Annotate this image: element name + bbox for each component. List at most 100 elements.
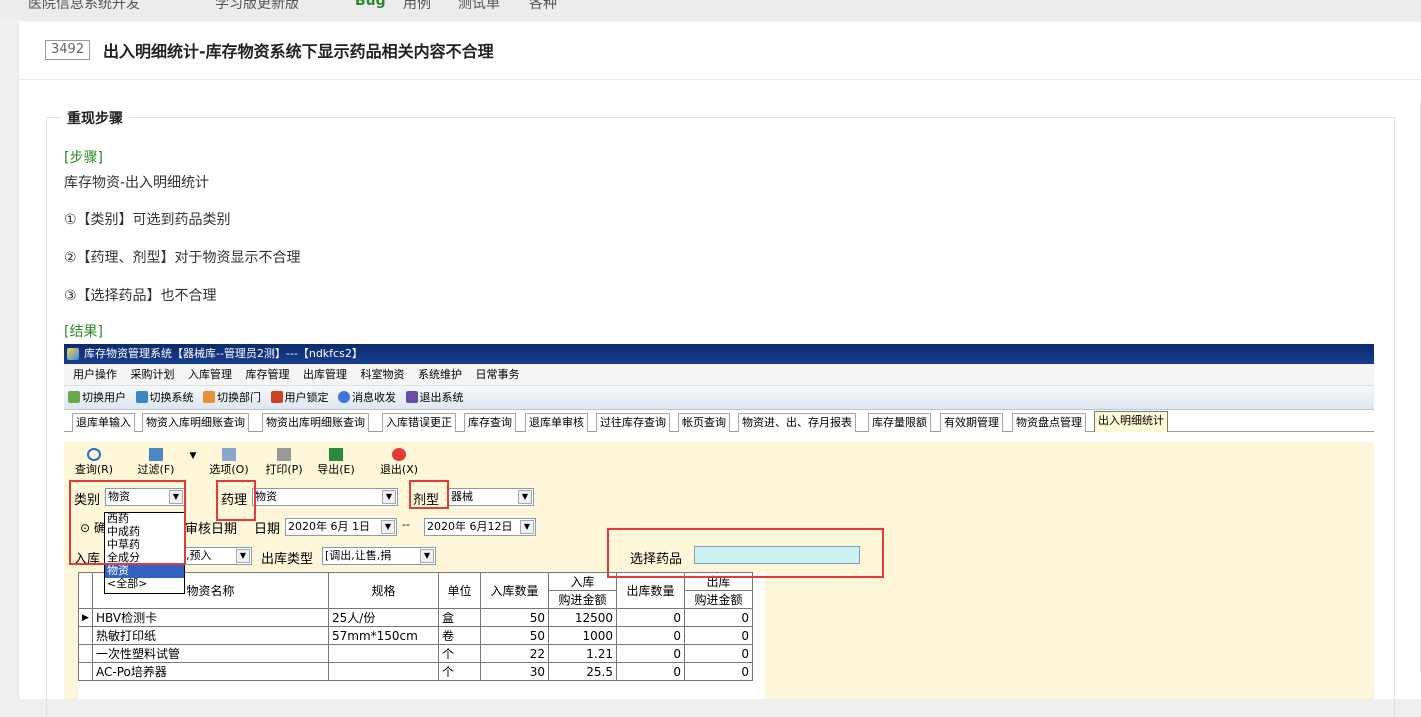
menu-item[interactable]: 采购计划 [131, 368, 175, 381]
menu-item[interactable]: 用户操作 [73, 368, 117, 381]
menu-item[interactable]: 入库管理 [188, 368, 232, 381]
chevron-down-icon: ▼ [236, 549, 250, 563]
tab[interactable]: 有效期管理 [940, 413, 1003, 432]
step-intro: 库存物资-出入明细统计 [64, 175, 210, 191]
bug-id-badge: 3492 [45, 40, 91, 60]
pharmacology-select[interactable]: 物资 ▼ [252, 488, 398, 506]
lock-user-button[interactable]: 用户锁定 [270, 391, 329, 404]
tab[interactable]: 退库单审核 [525, 413, 588, 432]
exit-system-button[interactable]: 退出系统 [405, 391, 464, 404]
tab[interactable]: 物资入库明细账查询 [142, 413, 249, 432]
tab[interactable]: 入库错误更正 [382, 413, 456, 432]
top-nav-item[interactable]: 医院信息系统开发 [28, 0, 140, 13]
menu-item[interactable]: 日常事务 [476, 368, 520, 381]
switch-icon [135, 391, 148, 403]
tab[interactable]: 物资盘点管理 [1012, 413, 1086, 432]
switch-user-button[interactable]: 切换用户 [68, 391, 126, 404]
dosage-select[interactable]: 器械 ▼ [448, 488, 534, 506]
top-nav-item[interactable]: 各种 [529, 0, 557, 13]
app-toolbar: 切换用户 切换系统 切换部门 用户锁定 消息收发 退出系统 [64, 386, 1374, 410]
result-screenshot: 库存物资管理系统【器械库--管理员2测】---【ndkfcs2】 用户操作 采购… [64, 344, 1374, 699]
row-header-corner [78, 572, 93, 609]
app-tab-strip: 退库单输入 物资入库明细账查询 物资出库明细账查询 入库错误更正 库存查询 退库… [64, 410, 1374, 432]
switch-system-button[interactable]: 切换系统 [135, 391, 194, 404]
exit-icon [405, 391, 418, 403]
menu-item[interactable]: 系统维护 [418, 368, 462, 381]
col-out-amount[interactable]: 购进金额 [684, 590, 753, 609]
work-area: 查询(R) 过滤(F) ▼ 选项(O) 打印(P) 导出(E) 退出(X) 类别… [64, 442, 1374, 699]
department-icon [203, 391, 215, 403]
highlight-category [69, 480, 186, 565]
filter-dropdown-arrow[interactable]: ▼ [189, 448, 197, 480]
table-row[interactable]: ▶ HBV检测卡 25人/份盒 50 12500 00 [78, 608, 753, 627]
chevron-down-icon: ▼ [520, 520, 534, 534]
chevron-down-icon: ▼ [518, 490, 532, 504]
tab[interactable]: 过往库存查询 [596, 413, 670, 432]
table-row[interactable]: AC-Po培养器个 30 25.5 00 [78, 662, 753, 681]
top-nav-item[interactable]: Bug [355, 0, 386, 9]
app-logo-icon [67, 348, 79, 360]
chevron-down-icon: ▼ [420, 549, 434, 563]
export-button[interactable]: 导出(E) [314, 448, 358, 480]
users-icon [68, 391, 80, 403]
top-nav-strip: 医院信息系统开发 学习版更新版 Bug 用例 测试单 各种 [0, 0, 1421, 20]
row-pointer-icon: ▶ [78, 608, 93, 627]
app-title-bar: 库存物资管理系统【器械库--管理员2测】---【ndkfcs2】 [64, 344, 1374, 364]
chevron-down-icon: ▼ [382, 490, 396, 504]
steps-label: [步骤] [64, 150, 103, 166]
tab[interactable]: 退库单输入 [72, 413, 135, 432]
info-icon [338, 391, 350, 403]
step-2: ②【药理、剂型】对于物资显示不合理 [64, 250, 301, 266]
messages-button[interactable]: 消息收发 [338, 391, 396, 404]
col-unit[interactable]: 单位 [438, 572, 481, 609]
tab[interactable]: 物资进、出、存月报表 [738, 413, 856, 432]
highlight-dosage [409, 480, 449, 509]
result-label: [结果] [64, 324, 103, 340]
tab[interactable]: 物资出库明细账查询 [262, 413, 369, 432]
tab-active[interactable]: 出入明细统计 [1094, 411, 1168, 432]
filter-button[interactable]: 过滤(F) [134, 448, 178, 480]
date-to-picker[interactable]: 2020年 6月12日 ▼ [424, 518, 536, 536]
tab[interactable]: 帐页查询 [678, 413, 730, 432]
power-icon [392, 448, 406, 461]
out-type-label: 出库类型 [261, 552, 314, 567]
col-in-amount[interactable]: 购进金额 [548, 590, 617, 609]
refresh-icon [87, 448, 101, 461]
table-row[interactable]: 一次性塑料试管个 22 1.21 00 [78, 644, 753, 663]
switch-dept-button[interactable]: 切换部门 [203, 391, 261, 404]
menu-item[interactable]: 科室物资 [361, 368, 405, 381]
steps-legend: 重现步骤 [61, 108, 129, 128]
filter-icon [149, 448, 163, 461]
step-1: ①【类别】可选到药品类别 [64, 212, 231, 228]
date-label: 日期 [254, 522, 281, 537]
query-button[interactable]: 查询(R) [72, 448, 116, 480]
menu-item[interactable]: 库存管理 [246, 368, 290, 381]
col-in-qty[interactable]: 入库数量 [480, 572, 549, 609]
printer-icon [277, 448, 291, 461]
menu-item[interactable]: 出库管理 [303, 368, 347, 381]
options-button[interactable]: 选项(O) [204, 448, 254, 480]
tab[interactable]: 库存量限额 [868, 413, 931, 432]
date-from-picker[interactable]: 2020年 6月 1日 ▼ [285, 518, 397, 536]
out-type-select[interactable]: [调出,让售,捐 ▼ [322, 547, 436, 565]
top-nav-item[interactable]: 用例 [403, 0, 431, 13]
lock-icon [270, 391, 283, 403]
bug-title: 出入明细统计-库存物资系统下显示药品相关内容不合理 [103, 42, 494, 61]
col-spec[interactable]: 规格 [328, 572, 439, 609]
table-row[interactable]: 热敏打印纸 57mm*150cm 卷 50 1000 00 [78, 626, 753, 645]
date-separator: -- [402, 518, 410, 531]
print-button[interactable]: 打印(P) [262, 448, 306, 480]
chevron-down-icon: ▼ [381, 520, 395, 534]
highlight-pharmacology [216, 480, 256, 521]
top-nav-item[interactable]: 学习版更新版 [215, 0, 299, 13]
exit-button[interactable]: 退出(X) [377, 448, 421, 480]
tab[interactable]: 库存查询 [464, 413, 516, 432]
app-window-title: 库存物资管理系统【器械库--管理员2测】---【ndkfcs2】 [84, 347, 363, 360]
top-nav-item[interactable]: 测试单 [458, 0, 500, 13]
bug-header: 3492 出入明细统计-库存物资系统下显示药品相关内容不合理 [19, 22, 1421, 80]
options-icon [222, 448, 236, 461]
dropdown-option[interactable]: <全部> [105, 578, 184, 591]
excel-icon [329, 448, 343, 461]
app-menu-bar: 用户操作 采购计划 入库管理 库存管理 出库管理 科室物资 系统维护 日常事务 [64, 364, 1374, 386]
step-3: ③【选择药品】也不合理 [64, 288, 217, 304]
